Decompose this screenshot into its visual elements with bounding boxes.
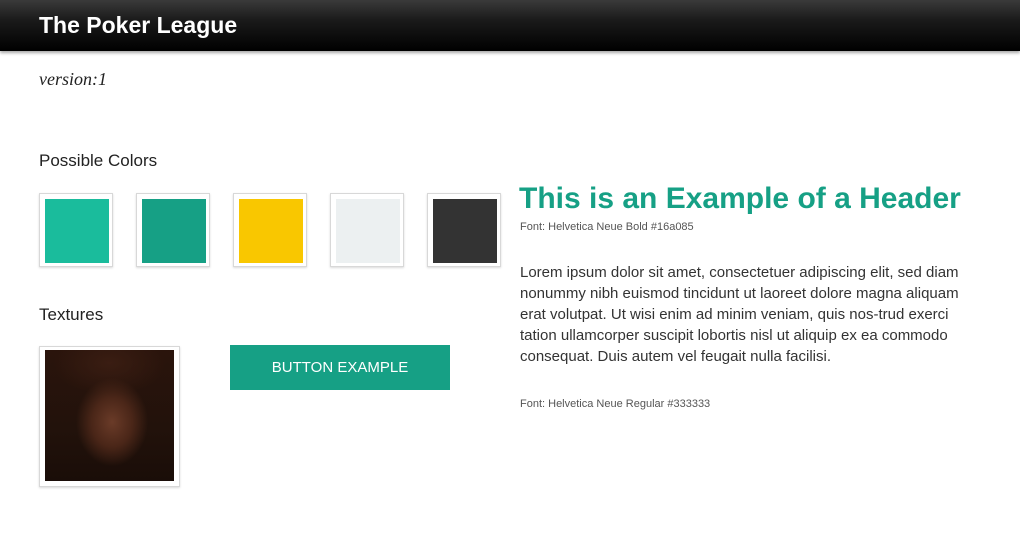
texture-photo bbox=[45, 350, 174, 481]
color-swatch-2 bbox=[136, 193, 210, 267]
color-swatch-4 bbox=[330, 193, 404, 267]
swatch-fill bbox=[142, 199, 206, 263]
swatch-fill bbox=[336, 199, 400, 263]
color-swatch-1 bbox=[39, 193, 113, 267]
textures-heading: Textures bbox=[39, 305, 104, 324]
possible-colors-heading: Possible Colors bbox=[39, 151, 158, 170]
texture-thumbnail bbox=[39, 346, 180, 487]
version-label: version:1 bbox=[39, 69, 107, 89]
swatch-fill bbox=[45, 199, 109, 263]
app-title: The Poker League bbox=[39, 12, 238, 38]
color-swatch-3 bbox=[233, 193, 307, 267]
top-bar: The Poker League bbox=[0, 0, 1020, 51]
swatch-fill bbox=[239, 199, 303, 263]
header-example: This is an Example of a Header bbox=[519, 182, 961, 215]
example-button[interactable]: BUTTON EXAMPLE bbox=[230, 345, 450, 390]
body-text-example: Lorem ipsum dolor sit amet, consectetuer… bbox=[520, 264, 959, 365]
header-font-note: Font: Helvetica Neue Bold #16a085 bbox=[520, 221, 694, 233]
swatch-fill bbox=[433, 199, 497, 263]
color-swatch-5 bbox=[427, 193, 501, 267]
body-font-note: Font: Helvetica Neue Regular #333333 bbox=[520, 398, 711, 410]
